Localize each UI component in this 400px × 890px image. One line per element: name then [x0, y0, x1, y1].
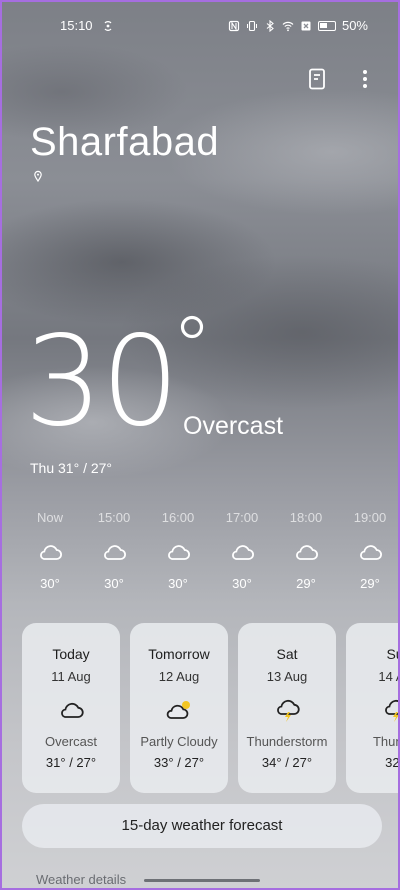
cloud-icon	[168, 545, 190, 560]
location-pin-icon	[34, 170, 42, 182]
day-temp: 32°	[385, 755, 400, 770]
wifi-icon	[282, 21, 294, 31]
thunderstorm-icon	[385, 699, 398, 722]
cloud-icon	[232, 545, 254, 560]
no-sim-icon	[301, 21, 311, 30]
day-condition: Overcast	[44, 734, 97, 749]
hour-temp: 29°	[296, 576, 316, 591]
hour-temp: 30°	[104, 576, 124, 591]
home-indicator[interactable]	[144, 879, 260, 882]
vibrate-icon	[246, 20, 257, 31]
today-range: Thu 31° / 27°	[30, 460, 113, 476]
hourly-item: 16:00 30°	[148, 510, 208, 591]
day-card-sat[interactable]: Sat 13 Aug Thunderstorm 34° / 27°	[238, 623, 336, 793]
hour-temp: 30°	[40, 576, 60, 591]
thunderstorm-icon	[277, 699, 300, 722]
current-condition: Overcast	[183, 412, 284, 440]
hour-temp: 30°	[168, 576, 188, 591]
nfc-icon	[228, 20, 240, 31]
day-card-today[interactable]: Today 11 Aug Overcast 31° / 27°	[22, 623, 120, 793]
day-name: Sat	[276, 646, 298, 662]
day-name: Su	[386, 646, 398, 662]
weather-details-label: Weather details	[36, 872, 127, 887]
hour-temp: 29°	[360, 576, 380, 591]
status-time: 15:10	[60, 18, 93, 33]
day-date: 14 Au	[378, 669, 398, 684]
hourly-forecast[interactable]: Now 30° 15:00 30° 16:00 30° 17:00 30° 18…	[20, 510, 398, 600]
hour-temp: 30°	[232, 576, 252, 591]
partly-cloudy-icon	[166, 701, 190, 719]
cloud-icon	[104, 545, 126, 560]
day-temp: 34° / 27°	[261, 755, 313, 770]
bluetooth-icon	[266, 19, 274, 32]
hourly-item: 18:00 29°	[276, 510, 336, 591]
daily-forecast[interactable]: Today 11 Aug Overcast 31° / 27° Tomorrow…	[22, 623, 400, 795]
day-card-tomorrow[interactable]: Tomorrow 12 Aug Partly Cloudy 33° / 27°	[130, 623, 228, 793]
city-list-icon[interactable]	[308, 68, 326, 90]
weather-screen: 15:10 50% Sharfabad 30 Overcast Thu 31° …	[0, 0, 400, 890]
hotspot-icon	[104, 21, 112, 31]
hour-label: 15:00	[97, 510, 131, 525]
hour-label: Now	[36, 510, 63, 525]
city-name: Sharfabad	[30, 120, 220, 164]
day-temp: 33° / 27°	[153, 755, 205, 770]
day-card-sun[interactable]: Su 14 Au Thunde 32°	[346, 623, 400, 793]
day-temp: 31° / 27°	[45, 755, 97, 770]
cloud-icon	[40, 545, 62, 560]
cloud-icon	[296, 545, 318, 560]
hour-label: 16:00	[161, 510, 195, 525]
hourly-item: 15:00 30°	[84, 510, 144, 591]
status-icons: 50%	[228, 18, 368, 33]
cloud-icon	[360, 545, 382, 560]
fifteen-day-forecast-button[interactable]: 15-day weather forecast	[22, 804, 382, 848]
hour-label: 18:00	[289, 510, 323, 525]
day-condition: Thunde	[372, 734, 398, 749]
battery-percent: 50%	[341, 18, 368, 33]
day-condition: Partly Cloudy	[140, 734, 218, 749]
top-actions	[308, 68, 368, 90]
day-name: Tomorrow	[148, 646, 210, 662]
more-options-icon[interactable]	[362, 69, 368, 89]
day-date: 11 Aug	[51, 669, 91, 684]
day-name: Today	[52, 646, 90, 662]
day-date: 13 Aug	[266, 669, 308, 684]
current-temperature: 30	[24, 310, 180, 454]
hourly-item: 19:00 29°	[340, 510, 398, 591]
hourly-item: 17:00 30°	[212, 510, 272, 591]
hourly-item: Now 30°	[20, 510, 80, 591]
hour-label: 17:00	[225, 510, 259, 525]
degree-symbol-icon	[180, 315, 204, 339]
day-date: 12 Aug	[158, 669, 200, 684]
battery-icon	[317, 20, 336, 31]
status-bar: 15:10 50%	[2, 16, 398, 36]
day-condition: Thunderstorm	[246, 734, 328, 749]
cloud-icon	[61, 702, 84, 718]
hour-label: 19:00	[353, 510, 387, 525]
